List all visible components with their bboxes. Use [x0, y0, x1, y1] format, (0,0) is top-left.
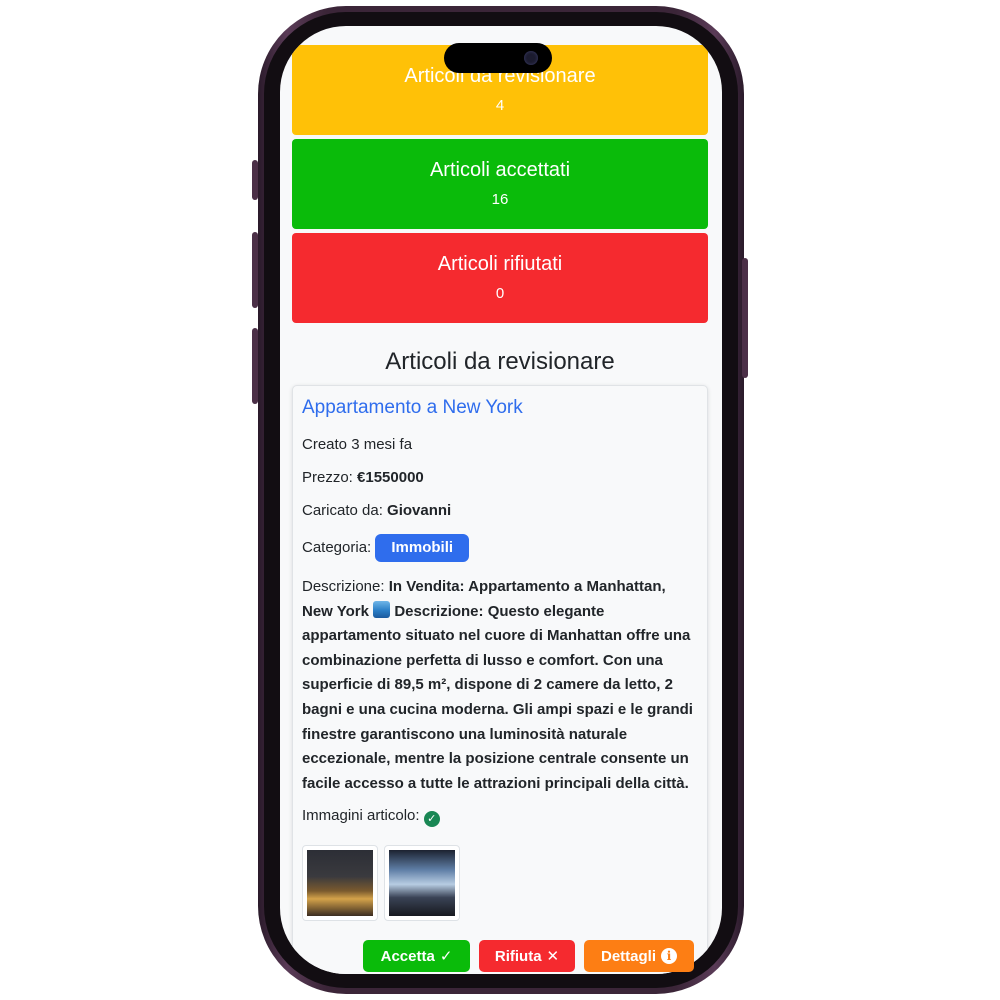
stat-count: 16	[491, 191, 509, 208]
category-label: Categoria:	[302, 538, 376, 556]
stat-card-rejected: Articoli rifiutati 0	[292, 233, 708, 323]
stat-card-accepted: Articoli accettati 16	[292, 139, 708, 229]
article-created: Creato 3 mesi fa	[302, 436, 413, 453]
article-image-thumbnail[interactable]	[384, 845, 460, 922]
article-price: Prezzo: €1550000	[302, 468, 698, 488]
price-value: €1550000	[357, 469, 424, 486]
reject-button[interactable]: Rifiuta ✕	[479, 940, 575, 972]
page-content: Articoli da revisionare 4 Articoli accet…	[292, 45, 708, 974]
article-description: Descrizione: In Vendita: Appartamento a …	[302, 575, 698, 796]
uploader-label: Caricato da:	[302, 502, 388, 519]
article-title-link[interactable]: Appartamento a New York	[302, 396, 698, 420]
price-label: Prezzo:	[302, 469, 358, 486]
accept-button[interactable]: Accetta ✓	[363, 940, 470, 972]
reject-label: Rifiuta	[494, 947, 542, 965]
cityscape-emoji-icon	[373, 600, 391, 618]
images-label: Immagini articolo:	[302, 807, 424, 825]
stat-title: Articoli rifiutati	[437, 253, 563, 275]
uploader-value: Giovanni	[387, 502, 452, 519]
article-card: Appartamento a New York Creato 3 mesi fa…	[292, 385, 708, 974]
section-title: Articoli da revisionare	[385, 348, 615, 375]
camera-icon	[524, 51, 538, 65]
article-category: Categoria: Immobili	[302, 534, 698, 562]
phone-volume-up	[252, 232, 258, 308]
check-icon: ✓	[439, 948, 453, 965]
description-label: Descrizione:	[302, 578, 389, 595]
category-badge[interactable]: Immobili	[375, 534, 470, 562]
image-thumbnail-content	[307, 850, 373, 917]
accept-label: Accetta	[380, 947, 435, 965]
close-icon: ✕	[546, 948, 560, 965]
dynamic-island	[444, 43, 552, 73]
phone-mute-switch	[252, 160, 258, 200]
description-part2: Descrizione: Questo elegante appartament…	[302, 602, 693, 792]
details-label: Dettagli	[600, 947, 656, 965]
stat-count: 4	[495, 97, 505, 114]
stat-count: 0	[495, 285, 505, 302]
info-icon: i	[661, 948, 677, 964]
image-thumbnails	[302, 845, 698, 922]
article-uploader: Caricato da: Giovanni	[302, 501, 698, 521]
phone-screen: Articoli da revisionare 4 Articoli accet…	[280, 26, 722, 974]
action-bar: Accetta ✓ Rifiuta ✕ Dettagli i	[363, 940, 694, 972]
phone-volume-down	[252, 328, 258, 404]
phone-power-button	[742, 258, 748, 378]
article-images-row: Immagini articolo: ✓	[302, 806, 698, 828]
stat-title: Articoli accettati	[429, 159, 571, 181]
article-image-thumbnail[interactable]	[302, 845, 378, 922]
image-thumbnail-content	[389, 850, 455, 917]
check-circle-icon: ✓	[423, 811, 440, 828]
details-button[interactable]: Dettagli i	[584, 940, 694, 972]
